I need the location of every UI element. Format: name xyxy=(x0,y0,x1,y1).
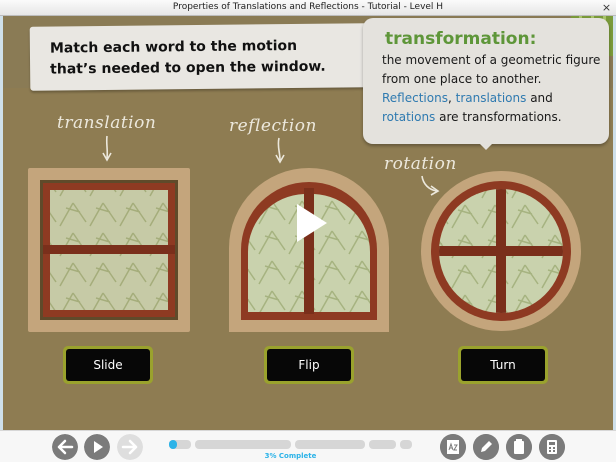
round-window[interactable] xyxy=(420,170,582,332)
turn-button-label: Turn xyxy=(461,349,545,381)
clipboard-icon[interactable] xyxy=(506,434,532,460)
window-titlebar: Properties of Translations and Reflectio… xyxy=(0,0,616,16)
definition-link-rotations: rotations xyxy=(382,110,436,124)
progress-bar xyxy=(169,440,412,449)
slide-button[interactable]: Slide xyxy=(63,346,153,384)
play-icon[interactable] xyxy=(293,202,329,244)
back-icon[interactable] xyxy=(52,434,78,460)
player-toolbar: 3% Complete xyxy=(0,430,616,462)
glossary-icon[interactable] xyxy=(440,434,466,460)
instruction-line-1: Match each word to the motion xyxy=(49,37,298,57)
lesson-stage: Match each word to the motion that’s need… xyxy=(3,16,613,430)
arrow-translation-icon xyxy=(102,135,112,162)
definition-body: the movement of a geometric figure from … xyxy=(382,51,604,127)
flip-button[interactable]: Flip xyxy=(264,346,354,384)
definition-text-3: are transformations. xyxy=(435,110,562,124)
flip-button-label: Flip xyxy=(267,349,351,381)
calculator-icon[interactable] xyxy=(539,434,565,460)
definition-pointer xyxy=(478,142,494,150)
sliding-window[interactable] xyxy=(28,168,190,332)
arrow-reflection-icon xyxy=(275,137,285,164)
definition-link-translations: translations xyxy=(455,91,527,105)
definition-text-2: and xyxy=(526,91,553,105)
pencil-icon[interactable] xyxy=(473,434,499,460)
close-icon[interactable]: × xyxy=(601,2,612,13)
instruction-card: Match each word to the motion that’s need… xyxy=(29,23,371,91)
window-title: Properties of Translations and Reflectio… xyxy=(172,2,444,12)
forward-icon[interactable] xyxy=(117,434,143,460)
slide-button-label: Slide xyxy=(66,349,150,381)
definition-term: transformation: xyxy=(385,29,537,49)
definition-link-reflections: Reflections xyxy=(382,91,448,105)
definition-separator: , xyxy=(447,91,456,105)
progress-label: 3% Complete xyxy=(264,452,317,460)
play-icon[interactable] xyxy=(84,434,110,460)
definition-text-1: the movement of a geometric figure from … xyxy=(382,53,601,86)
definition-card: transformation: the movement of a geomet… xyxy=(363,18,609,150)
progress-fill xyxy=(169,440,177,449)
turn-button[interactable]: Turn xyxy=(458,346,548,384)
arched-window[interactable] xyxy=(227,166,391,332)
instruction-line-2: that’s needed to open the window. xyxy=(50,58,326,78)
label-translation: translation xyxy=(57,113,157,133)
label-reflection: reflection xyxy=(229,116,317,136)
